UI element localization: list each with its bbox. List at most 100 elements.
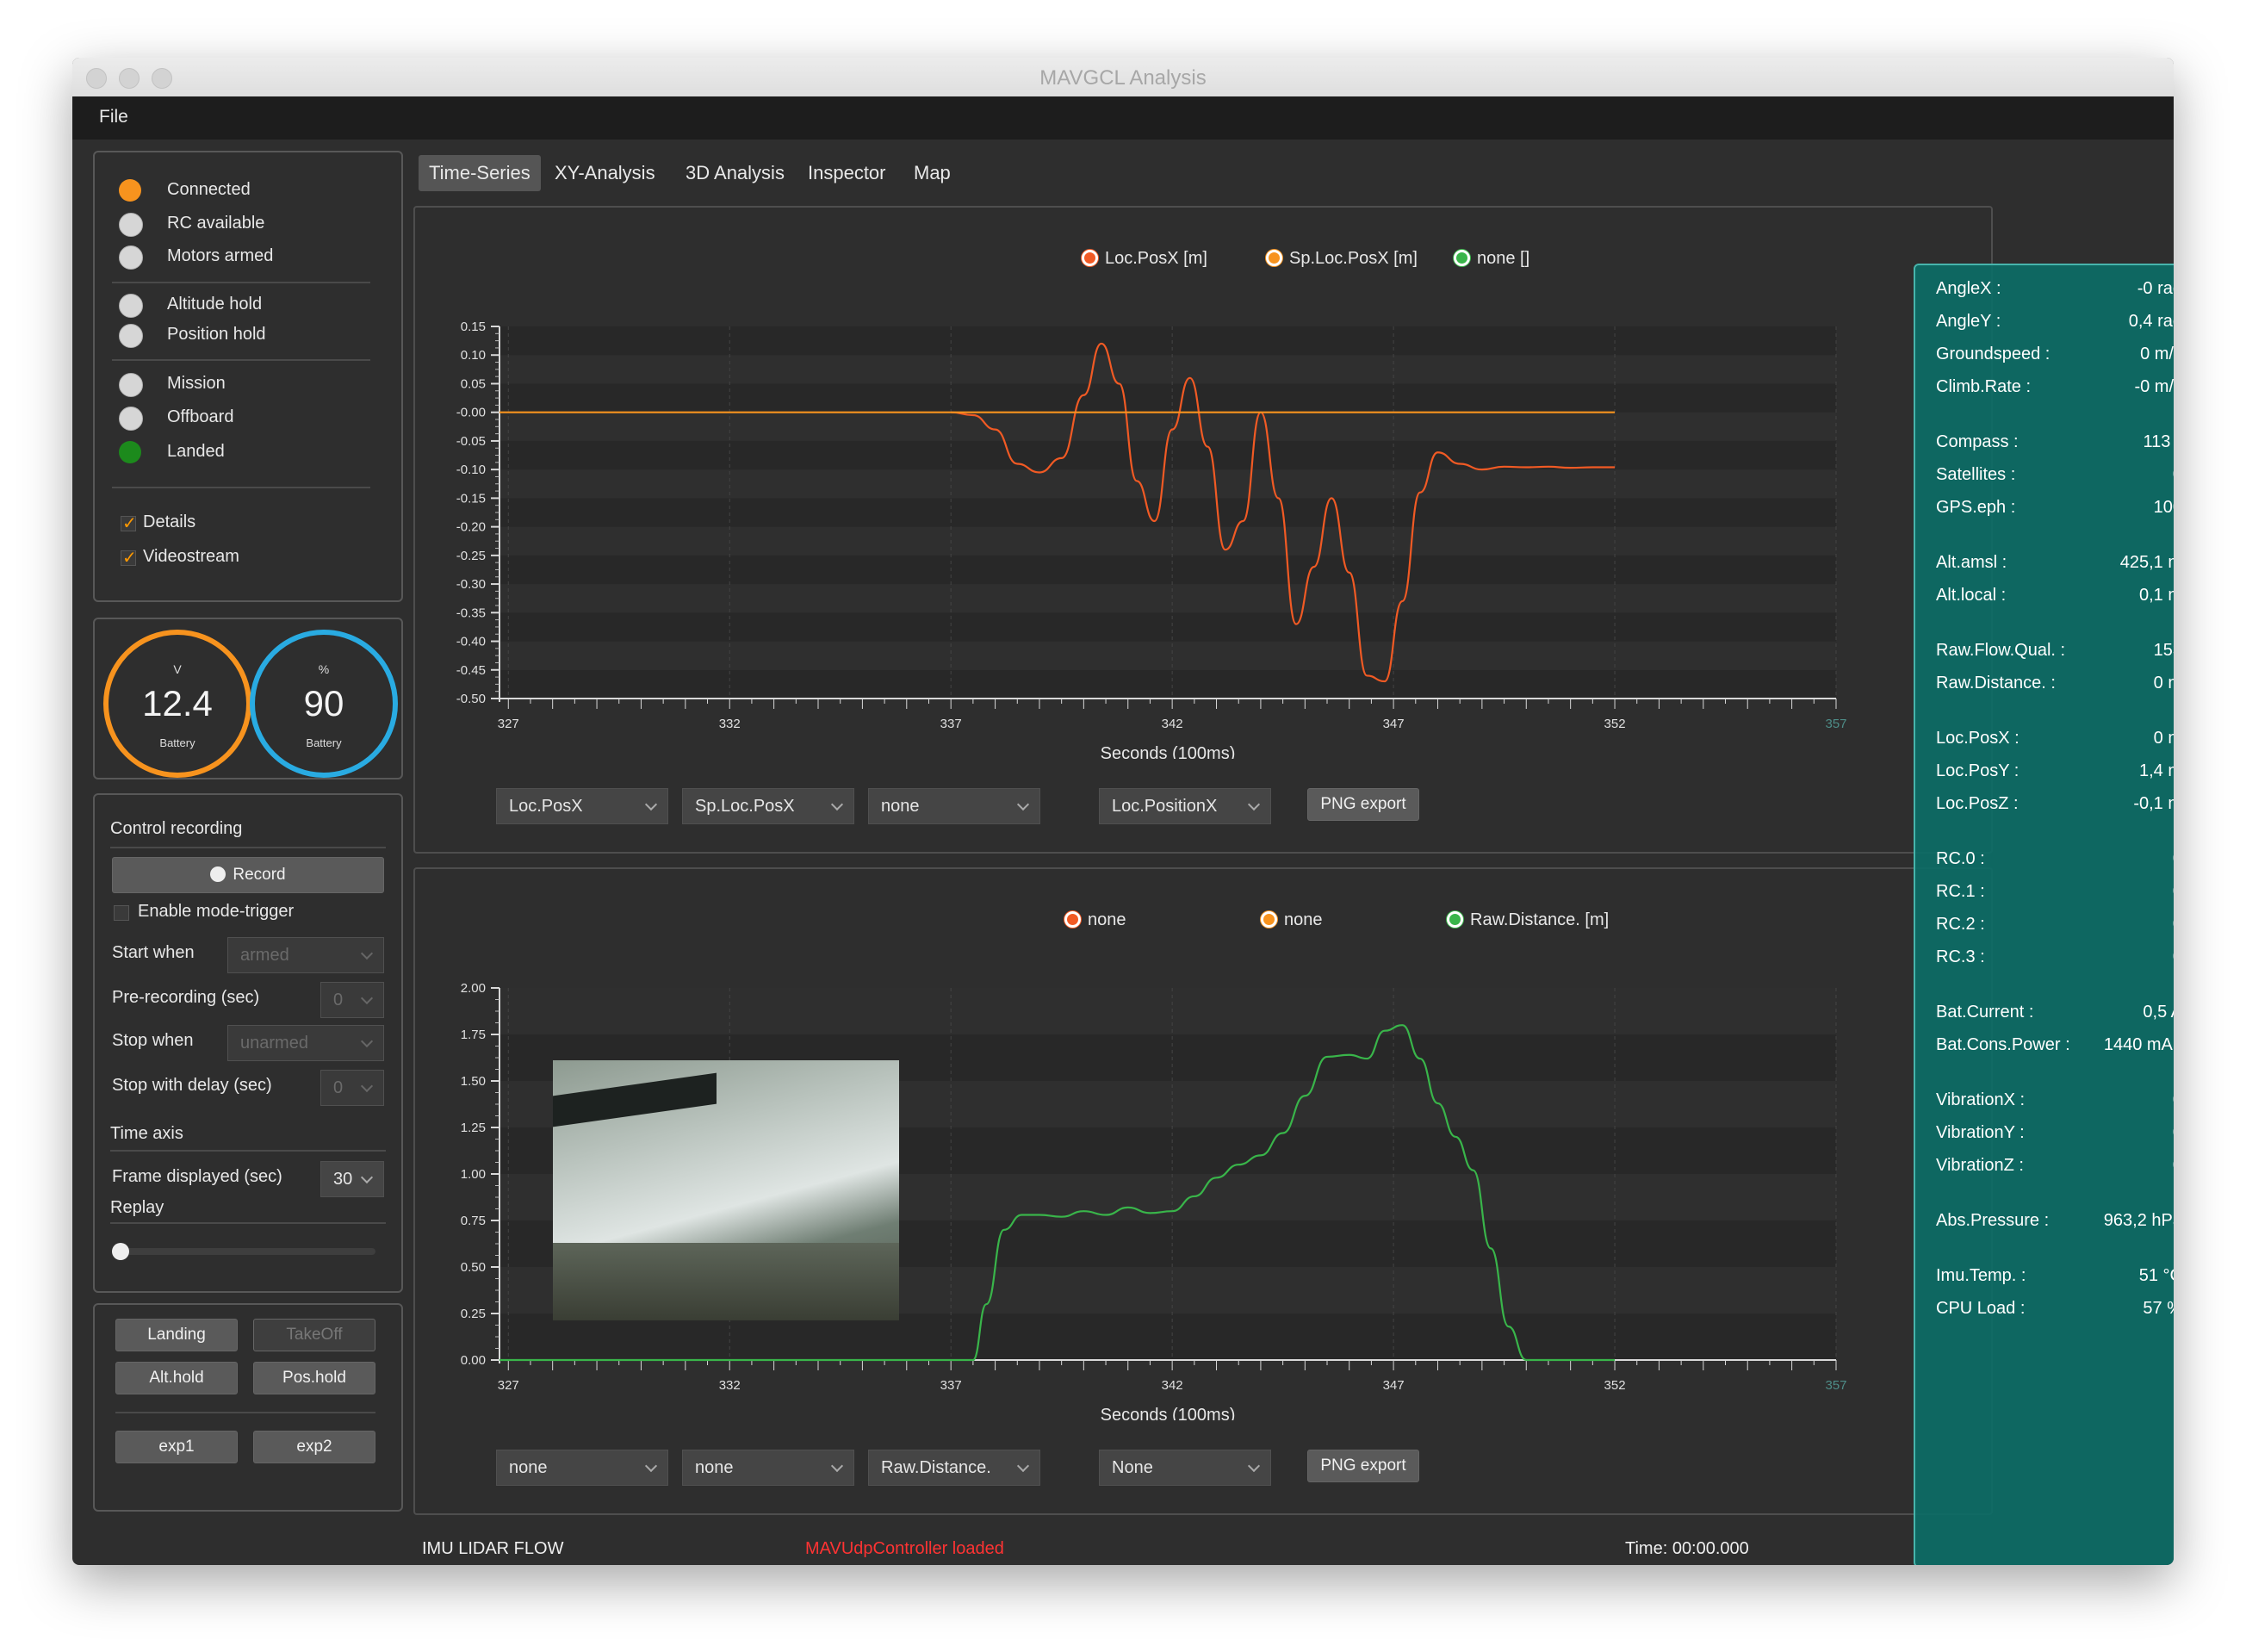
readout-value: 0	[2070, 1156, 2174, 1176]
menu-file[interactable]: File	[99, 107, 128, 127]
record-button[interactable]: Record	[112, 857, 384, 893]
chevron-down-icon	[1247, 1459, 1261, 1473]
readout-key: Bat.Current :	[1936, 1003, 2034, 1022]
pre-recording-value: 0	[333, 991, 344, 1009]
y-tick-label: 2.00	[461, 981, 486, 996]
series-selector[interactable]: Sp.Loc.PosX	[682, 788, 854, 824]
series-selector[interactable]: Raw.Distance.	[868, 1450, 1040, 1486]
divider	[112, 487, 370, 488]
status-time: Time: 00:00.000	[1625, 1539, 1749, 1558]
series-selector[interactable]: None	[1099, 1450, 1271, 1486]
readout-key: Raw.Distance. :	[1936, 674, 2056, 692]
mode-trigger-checkbox[interactable]	[114, 905, 129, 921]
plot-band	[499, 526, 1836, 556]
details-checkbox[interactable]	[121, 512, 137, 534]
plot-band	[499, 326, 1836, 356]
readout-key: VibrationY :	[1936, 1123, 2025, 1142]
readout-value: -0 m/s	[2134, 377, 2174, 396]
png-export-button[interactable]: PNG export	[1307, 1450, 1419, 1482]
status-label: Mission	[167, 374, 226, 393]
video-stream-view	[553, 1060, 899, 1320]
y-tick-label: -0.10	[456, 463, 486, 477]
time-axis-title: Time axis	[110, 1124, 183, 1143]
series-selector[interactable]: none	[496, 1450, 668, 1486]
status-indicator-rc-available	[119, 213, 143, 237]
status-label: RC available	[167, 214, 265, 233]
tab-3d-analysis[interactable]: 3D Analysis	[675, 155, 795, 191]
replay-slider-handle[interactable]	[112, 1243, 129, 1260]
y-tick-label: -0.25	[456, 549, 486, 563]
series-selector-value: none	[881, 797, 920, 816]
percent-name: Battery	[306, 736, 342, 749]
series-selector[interactable]: Loc.PositionX	[1099, 788, 1271, 824]
videostream-checkbox[interactable]	[121, 547, 137, 568]
status-message: MAVUdpController loaded	[805, 1539, 1004, 1558]
y-tick-label: 0.50	[461, 1260, 486, 1275]
top-time-series-chart[interactable]: 0.15 0.10 0.05 -0.00 -0.05 -0.10 -0.15 -0.20 -0.…	[415, 208, 1988, 759]
readout-value: 0	[2070, 1123, 2174, 1143]
series-selector-value: Loc.PosX	[509, 797, 583, 816]
y-tick-label: 0.25	[461, 1307, 486, 1321]
tab-xy-analysis[interactable]: XY-Analysis	[544, 155, 666, 191]
window-title: MAVGCL Analysis	[1039, 66, 1207, 90]
readout-key: Alt.amsl :	[1936, 553, 2007, 572]
start-when-select[interactable]: armed	[227, 937, 384, 973]
voltage-value: 12.4	[142, 683, 213, 724]
y-tick-label: 0.15	[461, 320, 486, 334]
readout-value: 0	[2070, 947, 2174, 967]
stop-when-label: Stop when	[112, 1031, 194, 1050]
pre-recording-select[interactable]: 0	[320, 982, 384, 1018]
readout-key: Groundspeed :	[1936, 345, 2051, 363]
plot-band	[499, 612, 1836, 642]
readout-value: 425,1 m	[2119, 553, 2174, 572]
series-selector[interactable]: none	[868, 788, 1040, 824]
tab-time-series[interactable]: Time-Series	[419, 155, 541, 191]
voltage-unit: V	[173, 662, 182, 676]
series-selector[interactable]: none	[682, 1450, 854, 1486]
status-indicator-connected	[119, 179, 141, 202]
stop-delay-label: Stop with delay (sec)	[112, 1076, 272, 1095]
exp2-button[interactable]: exp2	[253, 1431, 375, 1463]
stop-when-select[interactable]: unarmed	[227, 1025, 384, 1061]
plot-band	[499, 669, 1836, 699]
frame-displayed-value: 30	[333, 1170, 353, 1189]
tab-inspector[interactable]: Inspector	[797, 155, 897, 191]
readout-key: GPS.eph :	[1936, 498, 2016, 517]
series-selector[interactable]: Loc.PosX	[496, 788, 668, 824]
divider	[110, 1150, 386, 1152]
landing-button[interactable]: Landing	[115, 1319, 238, 1351]
y-tick-label: 1.50	[461, 1074, 486, 1089]
plot-band	[499, 498, 1836, 527]
start-when-label: Start when	[112, 943, 195, 962]
chevron-down-icon	[1016, 798, 1030, 811]
start-when-value: armed	[240, 946, 289, 965]
x-axis-title: Seconds (100ms)	[1101, 744, 1236, 759]
readout-value: 57 %	[2143, 1299, 2174, 1318]
series-selector-value: None	[1112, 1458, 1153, 1477]
tab-map[interactable]: Map	[903, 155, 961, 191]
x-tick-label: 342	[1162, 717, 1183, 731]
readout-key: CPU Load :	[1936, 1299, 2026, 1318]
status-sensors: IMU LIDAR FLOW	[422, 1539, 564, 1558]
readout-key: RC.0 :	[1936, 849, 1985, 868]
png-export-button[interactable]: PNG export	[1307, 788, 1419, 821]
exp1-button[interactable]: exp1	[115, 1431, 238, 1463]
chevron-down-icon	[360, 1034, 374, 1048]
status-indicator-offboard	[119, 407, 143, 431]
divider	[112, 359, 370, 361]
y-tick-label: 1.75	[461, 1028, 486, 1042]
stop-delay-select[interactable]: 0	[320, 1070, 384, 1106]
pos-hold-button[interactable]: Pos.hold	[253, 1362, 375, 1394]
plot-band	[499, 469, 1836, 499]
frame-displayed-select[interactable]: 30	[320, 1161, 384, 1197]
readout-key: VibrationX :	[1936, 1090, 2026, 1109]
replay-slider-track[interactable]	[117, 1248, 375, 1255]
readout-key: RC.2 :	[1936, 915, 1985, 934]
chevron-down-icon	[644, 798, 658, 811]
status-label: Connected	[167, 180, 251, 199]
readout-value: 100	[2153, 498, 2174, 517]
takeoff-button[interactable]: TakeOff	[253, 1319, 375, 1351]
record-label: Record	[233, 866, 286, 884]
x-tick-label: 337	[940, 1378, 962, 1393]
alt-hold-button[interactable]: Alt.hold	[115, 1362, 238, 1394]
